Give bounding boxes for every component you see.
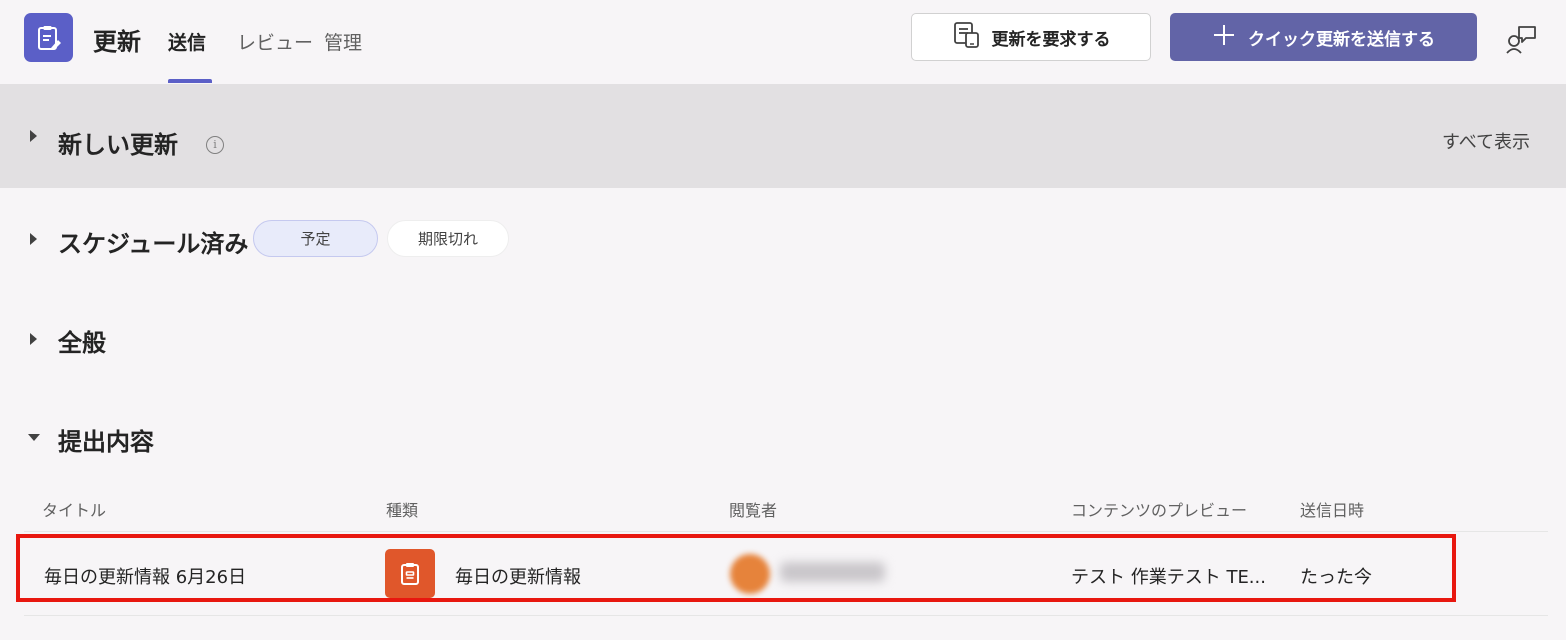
app-header: 更新 送信 レビュー 管理 更新を要求する クイック更新を送信する — [0, 0, 1566, 84]
app-title: 更新 — [93, 28, 141, 56]
clipboard-icon — [385, 549, 435, 598]
tab-manage[interactable]: 管理 — [324, 28, 362, 55]
plus-icon — [1212, 23, 1236, 52]
expand-caret-icon[interactable] — [30, 130, 37, 142]
filter-pill-scheduled[interactable]: 予定 — [253, 220, 378, 257]
column-header-preview[interactable]: コンテンツのプレビュー — [1071, 497, 1247, 521]
request-update-label: 更新を要求する — [991, 29, 1111, 50]
section-title-new-updates[interactable]: 新しい更新 — [58, 125, 178, 160]
filter-pill-expired[interactable]: 期限切れ — [387, 220, 509, 257]
section-title-submissions[interactable]: 提出内容 — [58, 422, 154, 457]
active-tab-indicator — [168, 79, 212, 83]
expand-caret-icon[interactable] — [30, 333, 37, 345]
tab-send[interactable]: 送信 — [168, 28, 206, 55]
chat-people-icon[interactable] — [1504, 24, 1538, 54]
row-sent-time: たった今 — [1300, 567, 1372, 588]
row-type: 毎日の更新情報 — [455, 567, 581, 588]
send-quick-update-button[interactable]: クイック更新を送信する — [1170, 13, 1477, 61]
section-new-updates: 新しい更新 i すべて表示 — [0, 84, 1566, 188]
column-header-title[interactable]: タイトル — [42, 497, 106, 521]
avatar — [730, 554, 770, 594]
info-icon[interactable]: i — [206, 136, 224, 154]
divider — [24, 615, 1548, 616]
show-all-link[interactable]: すべて表示 — [1442, 128, 1530, 154]
column-header-type[interactable]: 種類 — [386, 497, 418, 521]
expand-caret-icon[interactable] — [30, 233, 37, 245]
column-header-viewers[interactable]: 閲覧者 — [729, 497, 777, 521]
request-update-button[interactable]: 更新を要求する — [911, 13, 1151, 61]
section-title-scheduled[interactable]: スケジュール済み — [58, 224, 248, 259]
divider — [24, 531, 1548, 532]
section-title-general[interactable]: 全般 — [58, 323, 106, 358]
collapse-caret-icon[interactable] — [28, 434, 40, 441]
column-header-sent[interactable]: 送信日時 — [1300, 497, 1364, 521]
clipboard-edit-icon[interactable] — [24, 13, 73, 62]
row-preview: テスト 作業テスト TE... — [1071, 567, 1266, 588]
updates-app: 更新 送信 レビュー 管理 更新を要求する クイック更新を送信する 新しい更新 … — [0, 0, 1566, 640]
tab-review[interactable]: レビュー — [237, 28, 313, 55]
viewer-name-redacted — [780, 562, 885, 582]
request-form-icon — [952, 20, 982, 55]
send-quick-update-label: クイック更新を送信する — [1248, 29, 1435, 50]
row-title: 毎日の更新情報 6月26日 — [44, 567, 247, 588]
